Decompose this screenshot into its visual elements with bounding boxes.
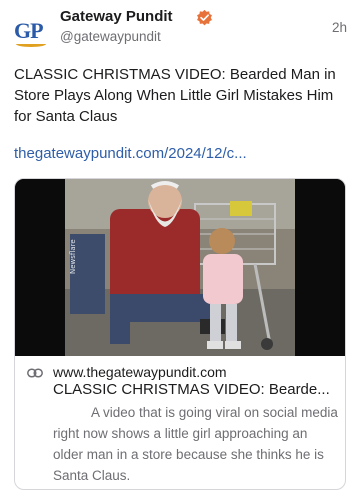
account-name[interactable]: Gateway Pundit (60, 8, 173, 25)
account-handle[interactable]: @gatewaypundit (60, 29, 161, 44)
card-info: www.thegatewaypundit.com CLASSIC CHRISTM… (15, 356, 345, 489)
card-domain: www.thegatewaypundit.com (53, 364, 227, 380)
post: GP Gateway Pundit @gatewaypundit 2h CLAS… (0, 0, 361, 500)
verified-badge-icon (197, 9, 212, 26)
avatar-swoosh (16, 41, 46, 47)
post-timestamp[interactable]: 2h (332, 20, 347, 35)
svg-text:Newsflare: Newsflare (69, 239, 77, 274)
post-text: CLASSIC CHRISTMAS VIDEO: Bearded Man in … (14, 66, 336, 125)
link-preview-card[interactable]: Newsflare www.thegatewaypundit.com CLASS… (14, 178, 346, 490)
link-chain-icon (27, 368, 43, 378)
post-header: GP Gateway Pundit @gatewaypundit 2h (14, 6, 347, 50)
card-title[interactable]: CLASSIC CHRISTMAS VIDEO: Bearde... (53, 381, 339, 398)
avatar[interactable]: GP (14, 14, 48, 48)
post-link[interactable]: thegatewaypundit.com/2024/12/c... (14, 145, 247, 162)
card-description: A video that is going viral on social me… (53, 405, 338, 483)
video-thumbnail[interactable]: Newsflare (15, 179, 345, 356)
